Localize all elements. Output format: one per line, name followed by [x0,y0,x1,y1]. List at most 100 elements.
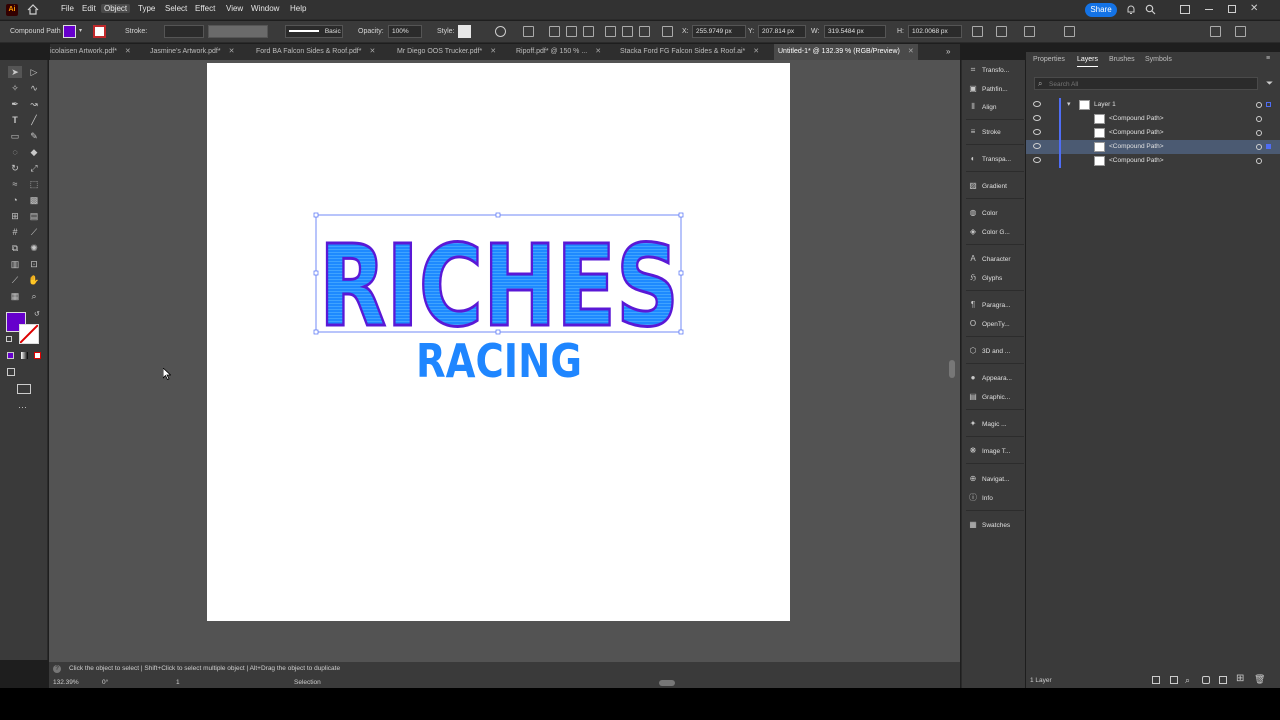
dock-pathfinder[interactable]: ▣ Pathfin... [968,81,1024,97]
screen-mode-icon[interactable] [17,384,31,394]
align-center-icon[interactable] [566,26,577,37]
rotation-field[interactable]: 0° [102,679,108,686]
close-icon[interactable]: ✕ [753,48,759,55]
symbol-sprayer-tool-icon[interactable]: ✺ [27,242,41,254]
selection-tool-icon[interactable]: ➤ [8,66,22,78]
eyedropper-tool-icon[interactable]: ⟋ [27,226,41,238]
close-icon[interactable]: ✕ [229,48,235,55]
dock-info[interactable]: ⓘ Info [968,490,1024,506]
sublayer-row[interactable]: <Compound Path> [1026,112,1280,126]
curvature-tool-icon[interactable]: ↝ [27,98,41,110]
layers-search-input[interactable] [1049,79,1249,89]
help-icon[interactable]: ? [53,665,61,673]
hand-tool-icon[interactable]: ✋ [27,274,41,286]
graph-tool-icon[interactable]: ▥ [8,258,22,270]
target-icon[interactable] [1256,102,1262,108]
close-icon[interactable]: ✕ [125,48,131,55]
layer-name[interactable]: <Compound Path> [1109,129,1164,136]
x-field[interactable]: 255.9749 px [692,25,746,38]
home-icon[interactable] [27,4,39,15]
close-icon[interactable]: ✕ [908,48,914,55]
current-tool-status[interactable]: Selection [294,679,321,686]
new-layer-icon[interactable]: ⊞ [1236,673,1244,684]
target-icon[interactable] [1256,158,1262,164]
panel-menu-icon[interactable]: ≡ [1266,55,1270,62]
dock-graphic-styles[interactable]: ▤ Graphic... [968,389,1024,405]
slice-tool-icon[interactable]: ⟋ [8,274,22,286]
align-right-icon[interactable] [583,26,594,37]
vertical-scrollbar[interactable] [949,360,955,378]
direct-selection-tool-icon[interactable]: ▷ [27,66,41,78]
variable-width-field[interactable] [208,25,268,38]
close-icon[interactable]: ✕ [1250,3,1260,15]
dock-3d[interactable]: ⬡ 3D and ... [968,343,1024,359]
shaper-tool-icon[interactable]: ◌ [8,146,22,158]
pen-tool-icon[interactable]: ✒ [8,98,22,110]
tab-properties[interactable]: Properties [1033,56,1065,63]
tab-document[interactable]: Ford BA Falcon Sides & Roof.pdf* ✕ [256,44,375,60]
selection-indicator[interactable] [1266,144,1271,149]
shape-builder-icon[interactable] [1064,26,1075,37]
menu-window[interactable]: Window [248,4,282,13]
close-icon[interactable]: ✕ [490,48,496,55]
export-icon[interactable] [1152,676,1160,684]
tab-document[interactable]: Stacka Ford FG Falcon Sides & Roof.ai* ✕ [620,44,759,60]
maximize-icon[interactable] [1228,5,1236,13]
menu-object[interactable]: Object [101,4,131,13]
type-tool-icon[interactable]: T [8,114,22,126]
sublayer-row[interactable]: <Compound Path> [1026,154,1280,168]
dock-align[interactable]: ⫴ Align [968,99,1024,115]
arrange-documents-icon[interactable] [1180,5,1190,14]
tab-document[interactable]: Mr Diego OOS Trucker.pdf* ✕ [397,44,496,60]
recolor-artwork-icon[interactable] [495,26,506,37]
target-icon[interactable] [1256,144,1262,150]
dock-transform[interactable]: ⌗ Transfo... [968,62,1024,78]
panel-menu-icon[interactable] [1235,26,1246,37]
dock-magic[interactable]: ✦ Magic ... [968,416,1024,432]
brush-definition-field[interactable]: Basic [285,25,343,38]
stroke-swatch[interactable] [93,25,106,38]
layer-name[interactable]: <Compound Path> [1109,143,1164,150]
transform-shape-icon[interactable] [523,26,534,37]
isolate-icon[interactable] [972,26,983,37]
stroke-weight-field[interactable] [164,25,204,38]
stroke-color-icon[interactable] [19,324,39,344]
shape-builder-tool-icon[interactable]: ◔ [8,194,22,206]
horizontal-scrollbar[interactable] [659,680,675,686]
dock-swatches[interactable]: ▦ Swatches [968,517,1024,533]
target-icon[interactable] [1256,116,1262,122]
tab-layers[interactable]: Layers [1077,56,1099,67]
eraser-tool-icon[interactable]: ◆ [27,146,41,158]
line-tool-icon[interactable]: ╱ [27,114,41,126]
draw-mode-icon[interactable] [7,368,15,376]
free-transform-tool-icon[interactable]: ⬚ [27,178,41,190]
zoom-tool-icon[interactable]: ⌕ [27,290,41,302]
menu-select[interactable]: Select [162,4,190,13]
layer-name[interactable]: <Compound Path> [1109,157,1164,164]
tab-document[interactable]: Ripoff.pdf* @ 150 % ... ✕ [516,44,601,60]
gradient-mode-icon[interactable] [21,352,28,359]
sublayer-row[interactable]: <Compound Path> [1026,126,1280,140]
align-middle-icon[interactable] [622,26,633,37]
layer-row[interactable]: ▾ Layer 1 [1026,98,1280,112]
visibility-eye-icon[interactable] [1033,115,1041,121]
share-button[interactable]: Share [1085,3,1117,17]
menu-type[interactable]: Type [135,4,158,13]
graphic-style-swatch[interactable] [458,25,471,38]
scale-tool-icon[interactable]: ⤢ [27,162,41,174]
none-mode-icon[interactable] [34,352,41,359]
dock-glyphs[interactable]: ℌ Glyphs [968,270,1024,286]
sublayer-row-selected[interactable]: <Compound Path> [1026,140,1280,154]
target-icon[interactable] [1256,130,1262,136]
print-tiling-tool-icon[interactable]: ▦ [8,290,22,302]
tab-document[interactable]: Jasmine's Artwork.pdf* ✕ [150,44,234,60]
color-mode-icon[interactable] [7,352,14,359]
artboard-number-field[interactable]: 1 [176,679,180,686]
magic-wand-tool-icon[interactable]: ✧ [8,82,22,94]
visibility-eye-icon[interactable] [1033,129,1041,135]
live-paint-tool-icon[interactable]: ▩ [27,194,41,206]
rectangle-tool-icon[interactable]: ▭ [8,130,22,142]
zoom-field[interactable]: 132.39% [53,679,79,686]
align-top-icon[interactable] [605,26,616,37]
dock-gradient[interactable]: ▨ Gradient [968,178,1024,194]
